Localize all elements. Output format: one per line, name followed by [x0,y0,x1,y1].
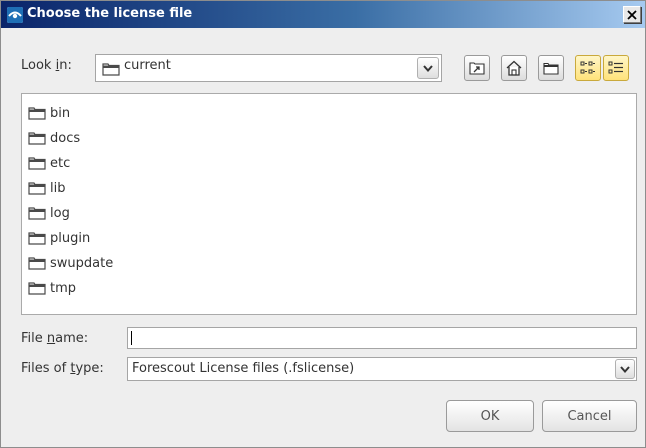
file-name-label: swupdate [50,255,114,271]
list-item[interactable]: docs [28,128,80,148]
look-in-dropdown-button[interactable] [417,57,439,79]
new-folder-icon [543,62,559,75]
look-in-select[interactable]: current [95,54,442,82]
file-list[interactable]: bin docs etc lib log plugin swupdate tmp [21,93,637,315]
file-name-label: etc [50,155,71,171]
folder-icon [28,157,46,170]
list-item[interactable]: swupdate [28,253,113,273]
close-button[interactable] [623,6,641,23]
file-name-label-text: File name: [21,331,89,346]
list-item[interactable]: lib [28,178,65,198]
folder-icon [28,257,46,270]
folder-icon [28,182,46,195]
folder-icon [28,207,46,220]
window-title: Choose the license file [27,6,193,21]
create-new-folder-button[interactable] [538,55,564,81]
files-of-type-dropdown-button[interactable] [615,359,635,379]
file-name-label: plugin [50,230,91,246]
folder-icon [28,132,46,145]
list-item[interactable]: log [28,203,70,223]
list-item[interactable]: tmp [28,278,76,298]
list-item[interactable]: etc [28,153,70,173]
title-bar[interactable]: Choose the license file [1,1,645,28]
app-eye-icon [7,7,23,23]
list-view-button[interactable] [575,55,601,81]
list-item[interactable]: plugin [28,228,90,248]
look-in-label: Look in: [21,58,72,73]
up-one-level-button[interactable] [464,55,490,81]
chevron-down-icon [423,64,433,72]
file-chooser-dialog: Choose the license file Look in: current [0,0,646,448]
cancel-button[interactable]: Cancel [542,400,637,432]
details-view-button[interactable] [603,55,629,81]
file-name-label: log [50,205,70,221]
file-name-input[interactable] [127,327,637,349]
folder-icon [102,63,120,76]
file-name-label: lib [50,180,66,196]
home-icon [506,60,522,76]
up-folder-icon [469,62,485,75]
chevron-down-icon [620,365,630,373]
folder-icon [28,282,46,295]
look-in-value: current [124,58,171,73]
file-name-label: bin [50,105,71,121]
files-of-type-label: Files of type: [21,361,104,376]
files-of-type-value: Forescout License files (.fslicense) [132,361,355,376]
home-button[interactable] [501,55,527,81]
list-item[interactable]: bin [28,103,70,123]
list-view-icon [580,61,595,74]
ok-button[interactable]: OK [446,400,534,432]
close-icon [627,9,637,20]
folder-icon [28,107,46,120]
text-caret [131,331,132,345]
folder-icon [28,232,46,245]
file-name-label: tmp [50,280,77,296]
details-view-icon [608,61,623,74]
file-name-label: docs [50,130,81,146]
files-of-type-select[interactable]: Forescout License files (.fslicense) [127,357,637,381]
